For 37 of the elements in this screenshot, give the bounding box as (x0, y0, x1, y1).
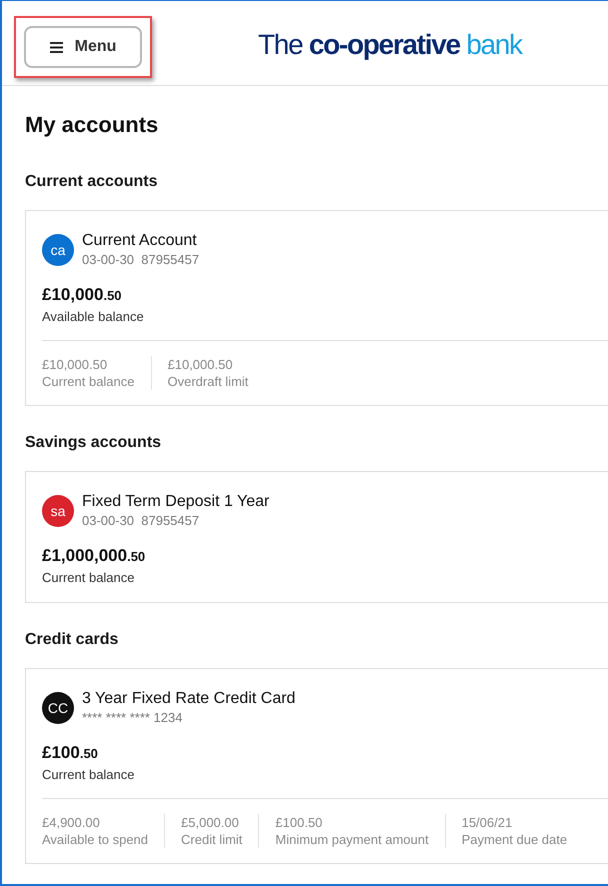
account-name: 3 Year Fixed Rate Credit Card (82, 689, 296, 709)
detail-value: 15/06/21 (462, 814, 514, 831)
detail-value: £100.50 (275, 814, 324, 831)
detail-label: Overdraft limit (168, 373, 248, 390)
account-badge: CC (42, 692, 74, 724)
balance-label: Current balance (42, 766, 134, 784)
account-badge: sa (42, 495, 74, 527)
account-number: 03-00-30 87955457 (82, 251, 200, 269)
balance-label: Current balance (42, 569, 134, 587)
section-heading: Savings accounts (25, 433, 162, 453)
detail-value: £5,000.00 (181, 814, 240, 831)
detail-value: £10,000.50 (168, 356, 234, 373)
detail-label: Minimum payment amount (275, 831, 429, 848)
bank-logo: The co-operative bank (258, 28, 522, 62)
account-card[interactable]: CC 3 Year Fixed Rate Credit Card **** **** **** 1234 £100.50 Current balance £4,900.00 Available to spend £5,000.00 Credit limit £100.50 Minimum payment amount 15/06/21 Payment due date (25, 668, 608, 864)
detail-value: £4,900.00 (42, 814, 101, 831)
detail-label: Credit limit (181, 831, 242, 848)
account-name: Fixed Term Deposit 1 Year (82, 492, 270, 512)
balance-amount: £10,000.50 (42, 284, 122, 306)
account-card[interactable]: ca Current Account 03-00-30 87955457 £10,000.50 Available balance £10,000.50 Current balance £10,000.50 Overdraft limit (25, 210, 608, 406)
account-name: Current Account (82, 231, 198, 251)
page-title: My accounts (25, 111, 158, 139)
section-heading: Current accounts (25, 172, 158, 192)
balance-amount: £1,000,000.50 (42, 545, 146, 567)
account-number: 03-00-30 87955457 (82, 512, 200, 530)
menu-icon (50, 42, 63, 52)
section-heading: Credit cards (25, 630, 118, 650)
balance-label: Available balance (42, 308, 144, 326)
account-card[interactable]: sa Fixed Term Deposit 1 Year 03-00-30 87955457 £1,000,000.50 Current balance (25, 471, 608, 603)
detail-label: Available to spend (42, 831, 148, 848)
detail-label: Current balance (42, 373, 134, 390)
account-number: **** **** **** 1234 (82, 709, 184, 727)
account-badge: ca (42, 234, 74, 266)
detail-label: Payment due date (462, 831, 568, 848)
menu-button[interactable]: Menu (24, 26, 142, 68)
detail-value: £10,000.50 (42, 356, 108, 373)
balance-amount: £100.50 (42, 742, 98, 764)
